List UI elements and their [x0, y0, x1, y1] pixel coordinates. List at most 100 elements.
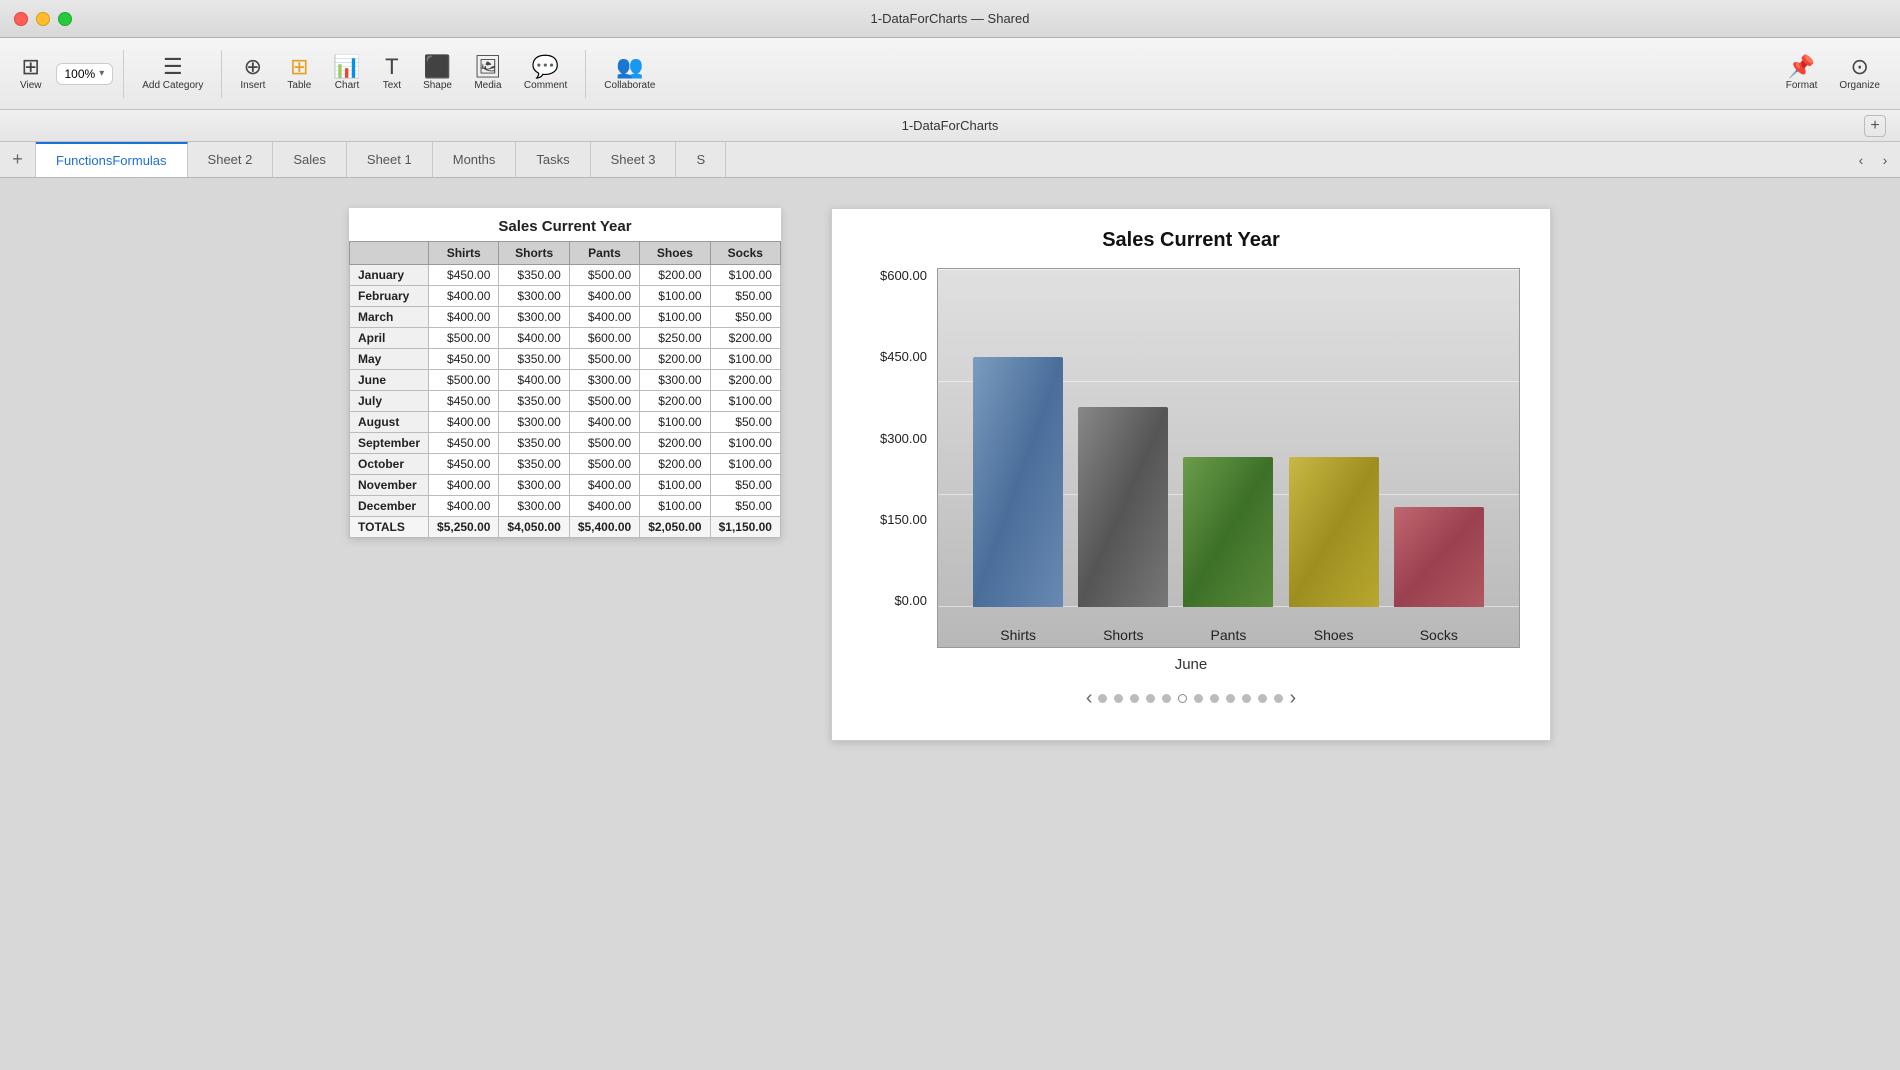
shape-tool[interactable]: ⬛ Shape	[415, 52, 460, 95]
shape-label: Shape	[423, 80, 452, 91]
spreadsheet: Sales Current Year ShirtsShortsPantsShoe…	[349, 208, 781, 538]
totals-value: $2,050.00	[640, 517, 710, 538]
chart-subtitle: June	[862, 656, 1520, 673]
page-prev-button[interactable]: ‹	[1086, 687, 1093, 710]
add-category-tool[interactable]: ☰ Add Category	[134, 52, 211, 95]
tab-months[interactable]: Months	[433, 142, 517, 177]
insert-label: Insert	[240, 80, 265, 91]
value-cell: $300.00	[499, 475, 569, 496]
x-label-pants: Pants	[1183, 627, 1273, 643]
page-dot-8[interactable]	[1210, 694, 1219, 703]
table-label: Table	[287, 80, 311, 91]
table-row: March$400.00$300.00$400.00$100.00$50.00	[350, 307, 781, 328]
value-cell: $300.00	[499, 412, 569, 433]
bar-shorts	[1078, 407, 1168, 607]
page-dot-9[interactable]	[1226, 694, 1235, 703]
table-row: January$450.00$350.00$500.00$200.00$100.…	[350, 265, 781, 286]
value-cell: $500.00	[569, 391, 639, 412]
zoom-control[interactable]: 100% ▾	[56, 63, 114, 85]
month-cell: July	[350, 391, 429, 412]
table-row: July$450.00$350.00$500.00$200.00$100.00	[350, 391, 781, 412]
comment-tool[interactable]: 💬 Comment	[516, 52, 575, 95]
add-sheet-button[interactable]: +	[0, 142, 36, 177]
month-cell: June	[350, 370, 429, 391]
value-cell: $400.00	[569, 496, 639, 517]
tabs-bar: + FunctionsFormulasSheet 2SalesSheet 1Mo…	[0, 142, 1900, 178]
page-dot-10[interactable]	[1242, 694, 1251, 703]
format-tool[interactable]: 📌 Format	[1778, 52, 1826, 95]
value-cell: $300.00	[499, 307, 569, 328]
month-cell: January	[350, 265, 429, 286]
tab-s[interactable]: S	[676, 142, 726, 177]
page-dot-3[interactable]	[1130, 694, 1139, 703]
spreadsheet-table: ShirtsShortsPantsShoesSocksJanuary$450.0…	[349, 241, 781, 538]
text-tool[interactable]: T Text	[375, 52, 409, 95]
page-dot-2[interactable]	[1114, 694, 1123, 703]
tab-next-button[interactable]: ›	[1874, 149, 1896, 171]
value-cell: $200.00	[640, 454, 710, 475]
close-button[interactable]	[14, 12, 28, 26]
value-cell: $100.00	[640, 286, 710, 307]
value-cell: $400.00	[429, 412, 499, 433]
tabs-container: FunctionsFormulasSheet 2SalesSheet 1Mont…	[36, 142, 1900, 177]
page-dot-5[interactable]	[1162, 694, 1171, 703]
value-cell: $450.00	[429, 391, 499, 412]
organize-tool[interactable]: ⊙ Organize	[1831, 52, 1888, 95]
value-cell: $300.00	[499, 286, 569, 307]
add-category-label: Add Category	[142, 80, 203, 91]
doc-title: 1-DataForCharts	[902, 118, 999, 133]
page-next-button[interactable]: ›	[1289, 687, 1296, 710]
tab-functionsformulas[interactable]: FunctionsFormulas	[36, 142, 188, 177]
col-header	[350, 242, 429, 265]
media-tool[interactable]: 🖼 Media	[466, 52, 510, 95]
value-cell: $400.00	[429, 286, 499, 307]
insert-tool[interactable]: ⊕ Insert	[232, 52, 273, 95]
doc-add-button[interactable]: +	[1864, 115, 1886, 137]
value-cell: $450.00	[429, 265, 499, 286]
value-cell: $500.00	[429, 328, 499, 349]
value-cell: $50.00	[710, 286, 780, 307]
page-dot-1[interactable]	[1098, 694, 1107, 703]
tab-sheet-3[interactable]: Sheet 3	[591, 142, 677, 177]
table-tool[interactable]: ⊞ Table	[279, 52, 319, 95]
value-cell: $50.00	[710, 475, 780, 496]
totals-value: $5,400.00	[569, 517, 639, 538]
table-row: April$500.00$400.00$600.00$250.00$200.00	[350, 328, 781, 349]
x-label-shoes: Shoes	[1289, 627, 1379, 643]
minimize-button[interactable]	[36, 12, 50, 26]
tab-tasks[interactable]: Tasks	[516, 142, 590, 177]
value-cell: $100.00	[710, 265, 780, 286]
totals-value: $1,150.00	[710, 517, 780, 538]
collaborate-tool[interactable]: 👥 Collaborate	[596, 52, 663, 95]
tab-sales[interactable]: Sales	[273, 142, 347, 177]
month-cell: March	[350, 307, 429, 328]
value-cell: $200.00	[710, 328, 780, 349]
chart-icon: 📊	[333, 56, 360, 78]
view-tool[interactable]: ⊞ View	[12, 52, 50, 95]
value-cell: $500.00	[569, 454, 639, 475]
value-cell: $500.00	[429, 370, 499, 391]
value-cell: $450.00	[429, 349, 499, 370]
value-cell: $200.00	[710, 370, 780, 391]
spreadsheet-title: Sales Current Year	[349, 208, 781, 241]
collaborate-icon: 👥	[616, 56, 643, 78]
chart-tool[interactable]: 📊 Chart	[325, 52, 368, 95]
view-label: View	[20, 80, 42, 91]
month-cell: April	[350, 328, 429, 349]
chart: Sales Current Year $600.00$450.00$300.00…	[831, 208, 1551, 741]
page-dot-7[interactable]	[1194, 694, 1203, 703]
value-cell: $350.00	[499, 433, 569, 454]
value-cell: $400.00	[569, 286, 639, 307]
value-cell: $400.00	[499, 328, 569, 349]
tab-sheet-1[interactable]: Sheet 1	[347, 142, 433, 177]
page-dot-6[interactable]	[1178, 694, 1187, 703]
page-dot-11[interactable]	[1258, 694, 1267, 703]
page-dot-12[interactable]	[1274, 694, 1283, 703]
maximize-button[interactable]	[58, 12, 72, 26]
tab-sheet-2[interactable]: Sheet 2	[188, 142, 274, 177]
value-cell: $50.00	[710, 307, 780, 328]
value-cell: $100.00	[710, 349, 780, 370]
tab-prev-button[interactable]: ‹	[1850, 149, 1872, 171]
col-header: Pants	[569, 242, 639, 265]
page-dot-4[interactable]	[1146, 694, 1155, 703]
